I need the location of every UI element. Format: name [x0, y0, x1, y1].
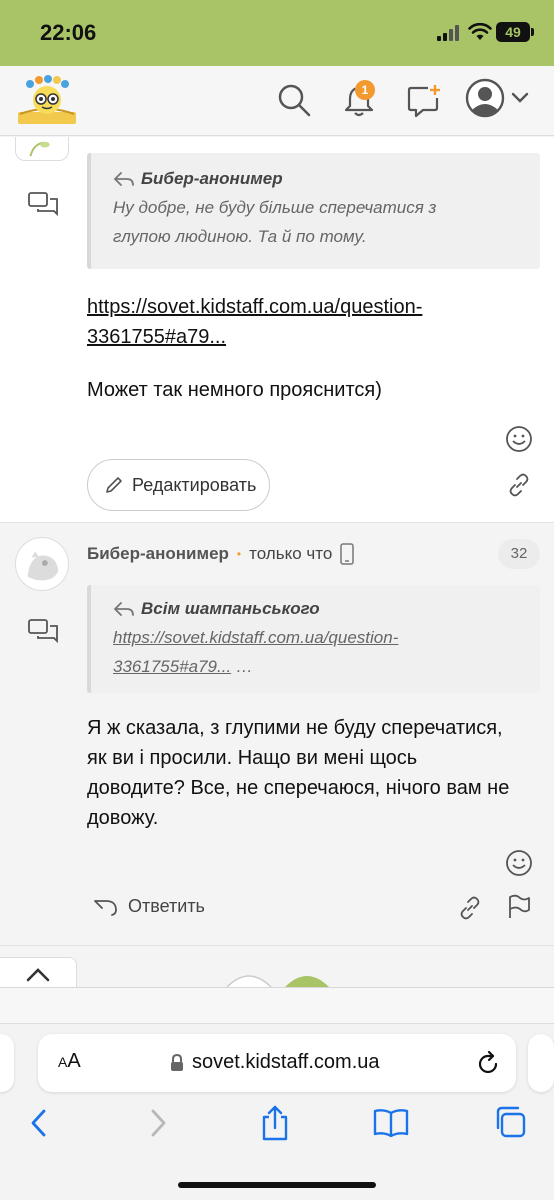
- post-1: Бибер-анонимер Ну добре, не буду більше …: [0, 137, 554, 522]
- reply-arrow-icon: [113, 172, 134, 186]
- permalink-icon[interactable]: [507, 473, 531, 497]
- next-tab-preview[interactable]: [528, 1034, 554, 1092]
- kidstaff-logo-icon[interactable]: [16, 74, 78, 126]
- forward-arrow-icon[interactable]: [147, 1108, 169, 1138]
- reaction-smile-icon[interactable]: [505, 849, 533, 877]
- address-bar[interactable]: AA sovet.kidstaff.com.ua: [38, 1034, 516, 1092]
- battery-icon: 49: [496, 22, 534, 42]
- lock-icon: [171, 1053, 183, 1071]
- report-flag-icon[interactable]: [506, 894, 532, 920]
- online-indicator: •: [236, 547, 242, 561]
- bookmarks-icon[interactable]: [373, 1108, 409, 1138]
- post-time: только что: [249, 544, 333, 563]
- mobile-device-icon: [340, 543, 355, 565]
- post-text: Я ж сказала, з глупими не буду сперечати…: [87, 717, 510, 829]
- previous-tab-preview[interactable]: [0, 1034, 14, 1092]
- reply-arrow-icon: [113, 602, 134, 616]
- cellular-signal-icon: [437, 25, 463, 41]
- share-icon[interactable]: [260, 1104, 290, 1142]
- safari-toolbar: AA sovet.kidstaff.com.ua: [0, 987, 554, 1200]
- url-display[interactable]: sovet.kidstaff.com.ua: [170, 1051, 380, 1074]
- notification-badge: 1: [355, 80, 375, 100]
- reply-button-label: Ответить: [128, 895, 205, 916]
- chevron-up-icon: [26, 968, 50, 982]
- wifi-icon: [468, 22, 492, 40]
- quoted-message: Всім шампаньського https://sovet.kidstaf…: [87, 585, 540, 693]
- post-text: Может так немного прояснится): [87, 379, 382, 401]
- new-message-icon[interactable]: [406, 84, 442, 118]
- post-meta: Бибер-анонимер • только что: [87, 543, 355, 565]
- reply-button[interactable]: Ответить: [92, 895, 205, 917]
- thread-content: Бибер-анонимер Ну добре, не буду більше …: [0, 137, 554, 987]
- edit-button[interactable]: Редактировать: [87, 459, 270, 511]
- user-avatar-icon[interactable]: [465, 78, 505, 118]
- post-divider: [0, 945, 554, 946]
- site-header: 1: [0, 66, 554, 136]
- quoted-message: Бибер-анонимер Ну добре, не буду більше …: [87, 153, 540, 269]
- author-name[interactable]: Бибер-анонимер: [87, 544, 229, 564]
- quote-author: Всім шампаньського: [141, 599, 320, 618]
- chevron-down-icon[interactable]: [511, 92, 529, 104]
- partial-button-green[interactable]: [284, 973, 330, 987]
- permalink-icon[interactable]: [458, 896, 482, 920]
- status-time: 22:06: [40, 20, 97, 45]
- text-size-button[interactable]: AA: [58, 1050, 81, 1073]
- quote-text: https://sovet.kidstaff.com.ua/question- …: [113, 628, 399, 676]
- quote-text: Ну добре, не буду більше сперечатися з г…: [113, 198, 437, 246]
- home-indicator: [178, 1182, 376, 1188]
- scroll-to-top-button[interactable]: [0, 957, 77, 987]
- search-icon[interactable]: [276, 82, 312, 118]
- post-link[interactable]: https://sovet.kidstaff.com.ua/question- …: [87, 292, 422, 352]
- reload-icon[interactable]: [476, 1050, 500, 1076]
- tabs-icon[interactable]: [494, 1106, 526, 1138]
- reply-arrow-icon: [94, 900, 117, 916]
- partial-button-left[interactable]: [226, 973, 272, 987]
- user-avatar-image: [15, 137, 69, 161]
- edit-button-label: Редактировать: [132, 474, 257, 495]
- reaction-smile-icon[interactable]: [505, 425, 533, 453]
- post-number[interactable]: 32: [498, 539, 540, 569]
- status-bar: 22:06 49: [0, 0, 554, 66]
- chat-bubbles-icon: [28, 192, 58, 216]
- back-arrow-icon[interactable]: [28, 1108, 50, 1138]
- quote-author: Бибер-анонимер: [141, 169, 283, 188]
- chat-bubbles-icon: [28, 619, 58, 643]
- tab-strip: [0, 988, 554, 1024]
- pencil-icon: [106, 477, 122, 493]
- post-2: Бибер-анонимер • только что 32 Всім шамп…: [0, 523, 554, 963]
- user-avatar-image: [15, 537, 69, 591]
